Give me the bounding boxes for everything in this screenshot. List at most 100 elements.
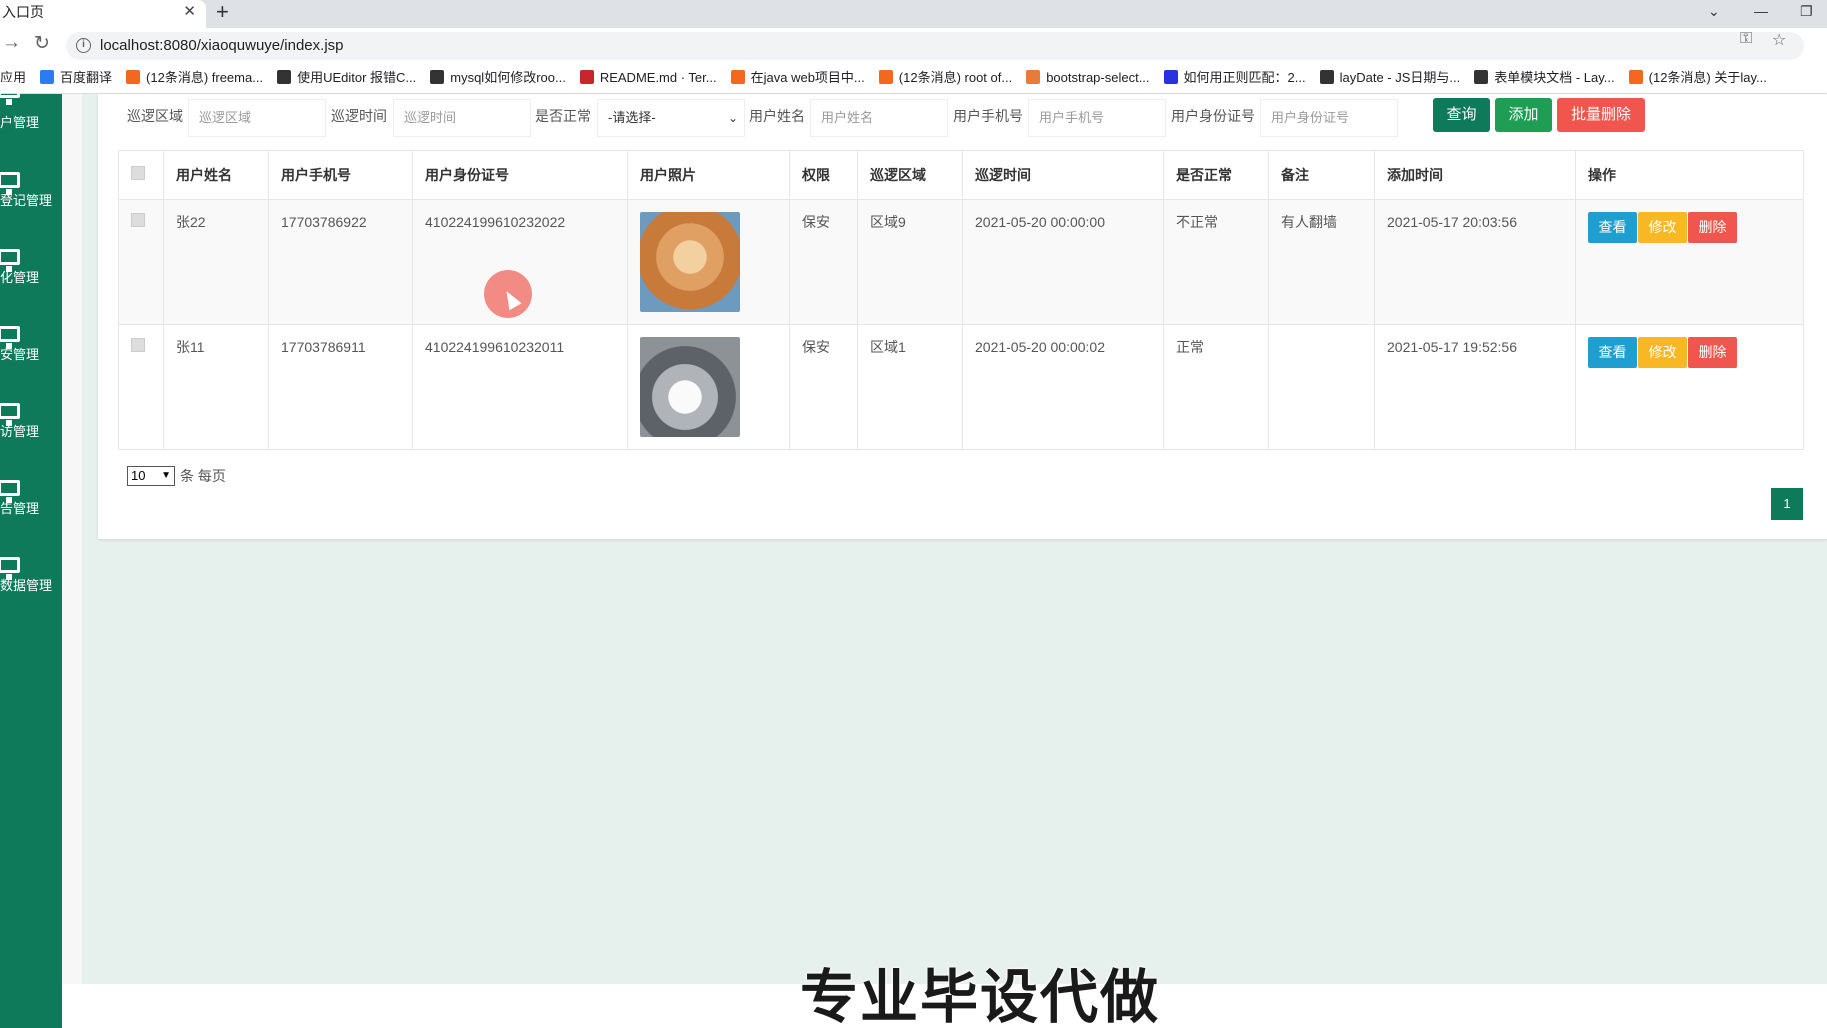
column-header: 巡逻时间 (962, 150, 1164, 200)
bookmark-item[interactable]: (12条消息) freema... (126, 62, 263, 93)
bookmark-item[interactable]: 表单模块文档 - Lay... (1474, 62, 1615, 93)
bookmark-label: 如何用正则匹配：2... (1183, 70, 1306, 85)
sidebar-item-notices[interactable]: 告管理 (0, 480, 62, 550)
row-checkbox[interactable] (131, 338, 145, 352)
restore-icon[interactable]: ❐ (1800, 0, 1813, 22)
new-tab-icon[interactable]: + (216, 0, 229, 24)
select-all-checkbox[interactable] (131, 166, 145, 180)
sidebar-item-label: 化管理 (0, 270, 40, 285)
add-button[interactable]: 添加 (1495, 98, 1552, 132)
bookmark-favicon-icon (730, 70, 745, 84)
column-header: 用户手机号 (268, 150, 413, 200)
page-size-select[interactable]: 10 ▼ (127, 466, 175, 486)
filter-name-label: 用户姓名 (749, 108, 805, 124)
query-button[interactable]: 查询 (1433, 98, 1490, 132)
bulk-delete-button[interactable]: 批量删除 (1557, 98, 1645, 132)
key-icon[interactable]: ⚿ (1740, 30, 1752, 48)
bookmark-item[interactable]: 如何用正则匹配：2... (1163, 62, 1306, 93)
cell-remark: 有人翻墙 (1268, 199, 1375, 325)
user-idcard-input[interactable]: 用户身份证号 (1260, 99, 1398, 137)
close-icon[interactable]: ✕ (183, 0, 196, 24)
bookmark-item[interactable]: layDate - JS日期与... (1319, 62, 1461, 93)
bookmarks-bar: 应用 百度翻译 (12条消息) freema... 使用UEditor 报错C... m… (0, 62, 1827, 94)
row-checkbox[interactable] (131, 213, 145, 227)
profile-menu-icon[interactable]: ⌄ (1708, 0, 1720, 22)
sidebar-item-3[interactable]: 化管理 (0, 249, 62, 319)
column-header: 用户姓名 (163, 150, 269, 200)
cell-photo (627, 324, 790, 450)
bookmark-item[interactable]: (12条消息) root of... (878, 62, 1013, 93)
info-icon[interactable]: i (76, 38, 91, 53)
chevron-down-icon: ▼ (161, 470, 171, 481)
edit-button[interactable]: 修改 (1638, 337, 1687, 368)
sidebar-item-label: 告管理 (0, 501, 40, 516)
monitor-icon (0, 480, 20, 503)
monitor-icon (0, 557, 20, 580)
bookmark-label: (12条消息) root of... (898, 70, 1013, 85)
normal-select-value: -请选择- (608, 110, 656, 125)
cell-added: 2021-05-17 19:52:56 (1374, 324, 1576, 450)
sidebar-item-visitors[interactable]: 访管理 (0, 403, 62, 473)
browser-tab[interactable]: 入口页 ✕ (0, 0, 206, 28)
normal-select[interactable]: -请选择- ⌄ (597, 99, 745, 137)
bookmark-label: 表单模块文档 - Lay... (1494, 70, 1615, 85)
patrol-area-input[interactable]: 巡逻区域 (188, 99, 326, 137)
cell-phone: 17703786922 (268, 199, 413, 325)
monitor-icon (0, 249, 20, 272)
bookmark-favicon-icon (579, 70, 594, 84)
select-all-cell (118, 150, 164, 200)
bookmark-item[interactable]: bootstrap-select... (1026, 62, 1150, 93)
bookmark-label: bootstrap-select... (1046, 70, 1150, 85)
column-header: 是否正常 (1163, 150, 1269, 200)
bookmark-item[interactable]: README.md · Ter... (579, 62, 717, 93)
forward-icon[interactable]: → (2, 32, 21, 54)
bookmark-favicon-icon (277, 70, 292, 84)
reload-icon[interactable]: ↻ (34, 32, 50, 55)
view-button[interactable]: 查看 (1588, 212, 1637, 243)
bookmark-favicon-icon (1319, 70, 1334, 84)
bookmark-label: README.md · Ter... (599, 70, 717, 85)
bookmark-favicon-icon (430, 70, 445, 84)
monitor-icon (0, 326, 20, 349)
delete-button[interactable]: 删除 (1688, 337, 1737, 368)
bookmark-item[interactable]: (12条消息) 关于lay... (1628, 62, 1767, 93)
bookmark-item[interactable]: 使用UEditor 报错C... (277, 62, 416, 93)
sidebar-item-users[interactable]: 户管理 (0, 82, 62, 152)
page-1-button[interactable]: 1 (1771, 488, 1803, 520)
cell-name: 张22 (163, 199, 269, 325)
table-row: 张11 17703786911 410224199610232011 保安 区域… (118, 324, 1804, 450)
sidebar-item-security[interactable]: 安管理 (0, 326, 62, 396)
bookmark-label: 百度翻译 (60, 70, 113, 85)
watermark-caption: 专业毕设代做 (800, 965, 1161, 1028)
bookmark-favicon-icon (1026, 70, 1041, 84)
bookmark-item[interactable]: 在java web项目中... (730, 62, 865, 93)
browser-tabbar: 入口页 ✕ + ⌄ — ❐ (0, 0, 1827, 28)
bookmark-label: layDate - JS日期与... (1339, 70, 1461, 85)
user-phone-input[interactable]: 用户手机号 (1028, 99, 1166, 137)
filter-idcard-label: 用户身份证号 (1171, 108, 1255, 124)
bookmark-favicon-icon (1628, 70, 1643, 84)
monitor-icon (0, 403, 20, 426)
cell-added: 2021-05-17 20:03:56 (1374, 199, 1576, 325)
cell-actions: 查看 修改 删除 (1575, 199, 1804, 325)
bookmark-item[interactable]: mysql如何修改roo... (430, 62, 566, 93)
patrol-time-input[interactable]: 巡逻时间 (393, 99, 531, 137)
cell-photo (627, 199, 790, 325)
browser-toolbar: → ↻ i localhost:8080/xiaoquwuye/index.js… (0, 28, 1827, 62)
sidebar-item-label: 安管理 (0, 347, 40, 362)
cell-role: 保安 (789, 199, 858, 325)
bookmark-star-icon[interactable]: ☆ (1772, 30, 1786, 50)
minimize-icon[interactable]: — (1754, 0, 1768, 22)
user-name-input[interactable]: 用户姓名 (810, 99, 948, 137)
delete-button[interactable]: 删除 (1688, 212, 1737, 243)
cell-phone: 17703786911 (268, 324, 413, 450)
edit-button[interactable]: 修改 (1638, 212, 1687, 243)
sidebar-item-data[interactable]: 数据管理 (0, 557, 62, 627)
sidebar-item-label: 访管理 (0, 424, 40, 439)
address-bar[interactable]: i localhost:8080/xiaoquwuye/index.jsp (66, 32, 1804, 60)
monitor-icon (0, 172, 20, 195)
data-table: 用户姓名 用户手机号 用户身份证号 用户照片 权限 巡逻区域 巡逻时间 是否正常… (118, 150, 1804, 450)
sidebar-item-registration[interactable]: 登记管理 (0, 172, 62, 242)
view-button[interactable]: 查看 (1588, 337, 1637, 368)
page-size-value: 10 (131, 468, 146, 483)
